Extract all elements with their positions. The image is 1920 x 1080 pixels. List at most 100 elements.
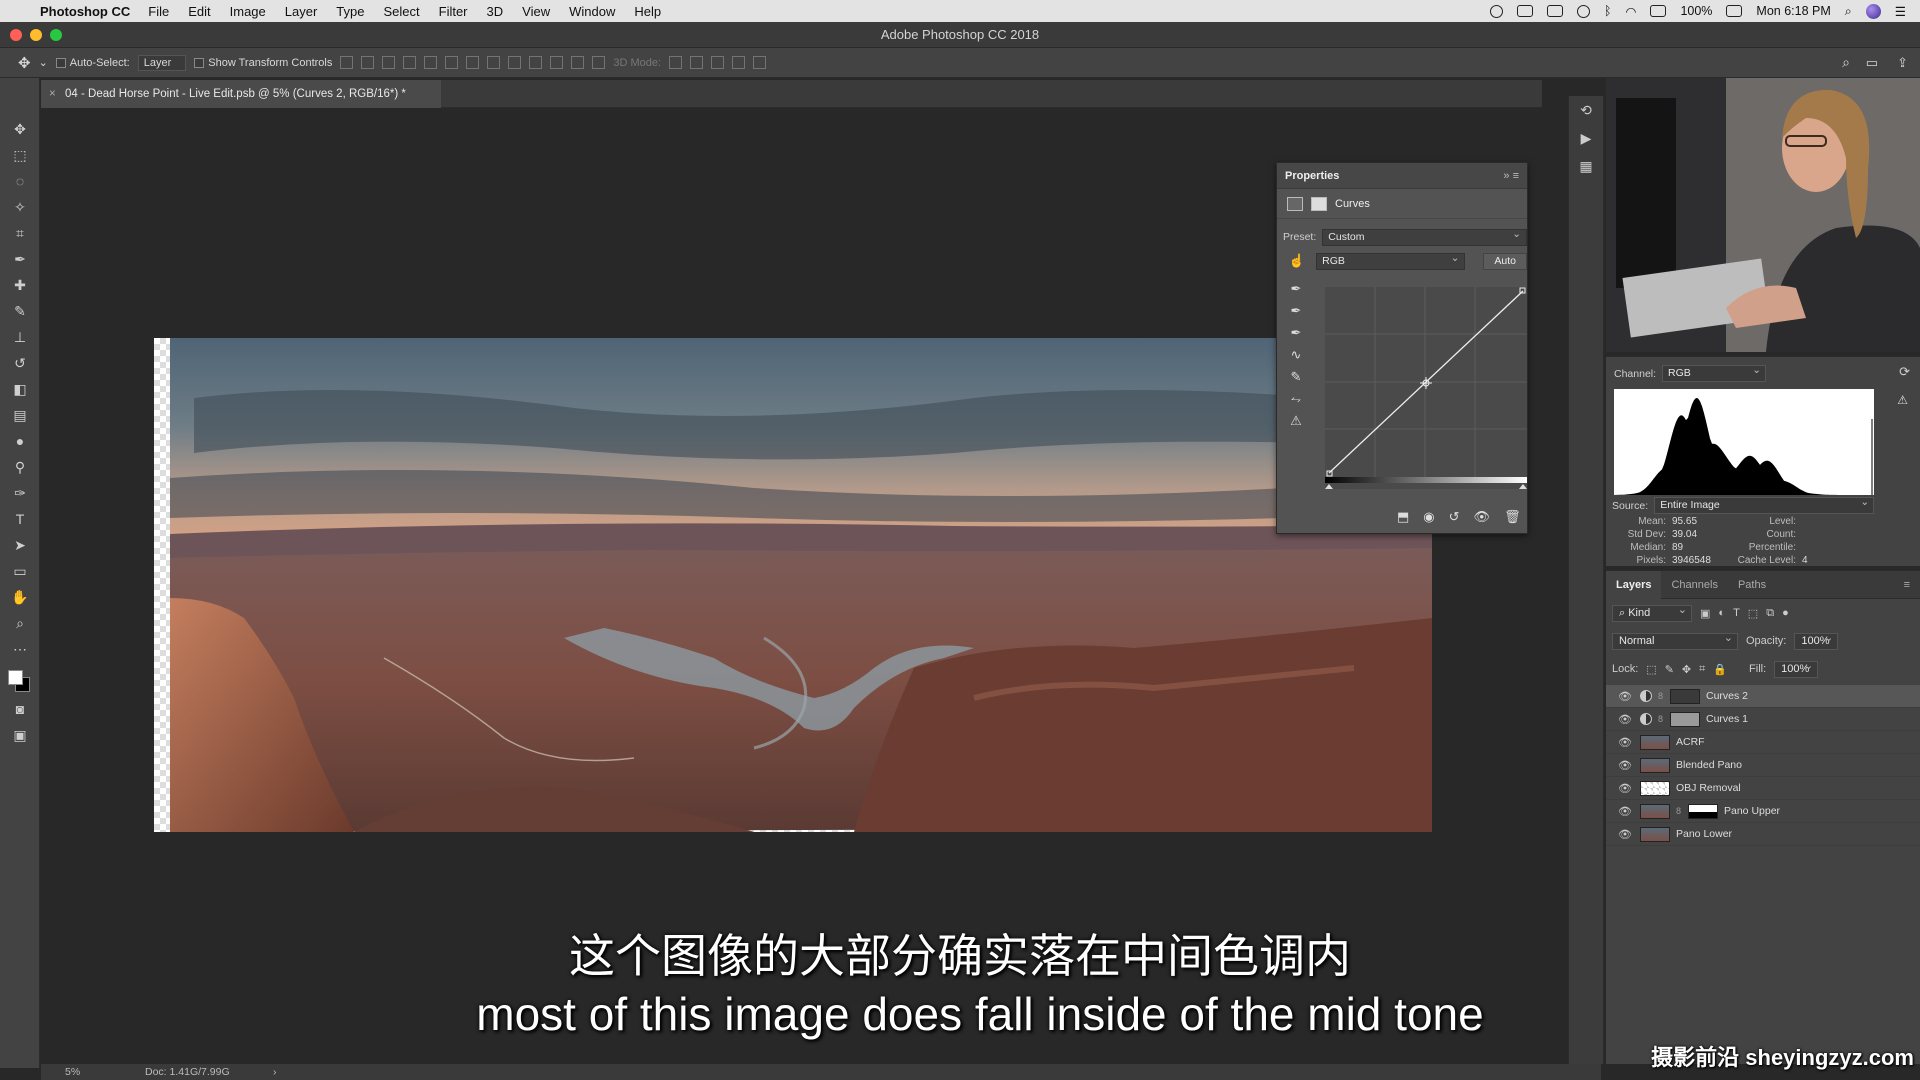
delete-icon[interactable]: 🗑 [1504,509,1521,525]
3d-orbit-icon[interactable] [669,56,683,69]
creative-cloud-icon[interactable] [1577,4,1590,18]
auto-select-checkbox[interactable]: Auto-Select: [55,57,130,69]
menu-file[interactable]: File [148,4,169,19]
history-panel-icon[interactable]: ⟲ [1569,96,1603,124]
menu-type[interactable]: Type [336,4,364,19]
draw-curve-icon[interactable]: ✎ [1283,369,1309,391]
bluetooth-icon[interactable]: ᛒ [1604,4,1612,18]
history-brush-icon[interactable]: ↺ [0,350,40,376]
search-icon[interactable]: ⌕ [1842,54,1850,71]
curves-graph[interactable] [1325,287,1527,489]
actions-panel-icon[interactable]: ▶ [1569,124,1603,152]
cache-warning-icon[interactable]: ⚠ [1897,393,1908,407]
lock-position-icon[interactable]: ✥ [1682,663,1691,676]
visibility-icon[interactable]: 👁 [1474,509,1491,525]
brush-icon[interactable]: ✎ [0,298,40,324]
smooth-curve-icon[interactable]: ⥊ [1283,391,1309,413]
black-point-eyedropper-icon[interactable]: ✒ [1283,281,1309,303]
3d-scale-icon[interactable] [753,56,767,69]
filter-pixel-icon[interactable]: ▣ [1700,607,1710,620]
visibility-eye-icon[interactable]: 👁 [1618,736,1634,749]
fill-field[interactable]: 100% [1774,659,1819,678]
zoom-level[interactable]: 5% [65,1064,80,1080]
visibility-eye-icon[interactable]: 👁 [1618,828,1634,841]
visibility-eye-icon[interactable]: 👁 [1618,805,1634,818]
notification-center-icon[interactable]: ☰ [1895,4,1906,19]
layer-row[interactable]: 👁 OBJ Removal [1606,777,1920,800]
filter-kind-dropdown[interactable]: ⌕ Kind [1612,603,1692,622]
auto-select-target-dropdown[interactable]: Layer [137,54,187,71]
layer-mask-thumbnail[interactable] [1670,688,1700,704]
edit-points-icon[interactable]: ∿ [1283,347,1309,369]
align-left-icon[interactable] [403,56,417,69]
mask-icon[interactable] [1311,196,1327,211]
gray-point-eyedropper-icon[interactable]: ✒ [1283,303,1309,325]
eraser-icon[interactable]: ◧ [0,376,40,402]
spotlight-icon[interactable]: ⌕ [1845,4,1852,19]
clock[interactable]: Mon 6:18 PM [1756,4,1830,18]
clipping-warning-icon[interactable]: ⚠ [1283,413,1309,435]
wifi-icon[interactable]: ◠ [1626,4,1637,19]
color-swatches[interactable] [0,666,40,696]
align-bottom-icon[interactable] [382,56,396,69]
align-top-icon[interactable] [340,56,354,69]
distribute-top-icon[interactable] [466,56,480,69]
menu-image[interactable]: Image [230,4,266,19]
layer-row[interactable]: 👁 8 Pano Upper [1606,800,1920,823]
histogram-channel-dropdown[interactable]: RGB [1662,363,1767,382]
menu-view[interactable]: View [522,4,550,19]
tab-layers[interactable]: Layers [1606,570,1662,599]
gradient-icon[interactable]: ▤ [0,402,40,428]
menu-filter[interactable]: Filter [439,4,468,19]
refresh-histogram-icon[interactable]: ⟳ [1899,364,1910,380]
display-icon[interactable] [1517,5,1533,17]
show-transform-checkbox[interactable]: Show Transform Controls [194,57,332,69]
layer-row[interactable]: 👁 Pano Lower [1606,823,1920,846]
healing-icon[interactable]: ✚ [0,272,40,298]
quick-mask-icon[interactable]: ◙ [0,696,40,722]
path-select-icon[interactable]: ➤ [0,532,40,558]
more-icon[interactable]: ⋯ [0,636,40,662]
eyedropper-icon[interactable]: ✒ [0,246,40,272]
lock-all-icon[interactable]: 🔒 [1713,663,1727,676]
crop-icon[interactable]: ⌗ [0,220,40,246]
filter-toggle-icon[interactable]: ● [1782,607,1789,619]
white-point-eyedropper-icon[interactable]: ✒ [1283,325,1309,347]
move-icon[interactable]: ✥ [0,116,40,142]
distribute-right-icon[interactable] [571,56,585,69]
siri-icon[interactable] [1865,3,1881,19]
blend-mode-dropdown[interactable]: Normal [1612,631,1738,650]
align-right-icon[interactable] [445,56,459,69]
link-icon[interactable]: 8 [1658,714,1664,724]
marquee-icon[interactable]: ⬚ [0,142,40,168]
layers-menu-icon[interactable]: ≡ [1894,571,1920,599]
layer-row[interactable]: 👁 8 Curves 1 [1606,708,1920,731]
tab-channels[interactable]: Channels [1661,571,1727,599]
zoom-window-button[interactable] [50,29,62,41]
link-icon[interactable]: 8 [1658,691,1664,701]
reset-icon[interactable]: ↺ [1449,509,1460,525]
view-previous-icon[interactable]: ◉ [1423,509,1434,525]
auto-button[interactable]: Auto [1483,252,1527,270]
3d-slide-icon[interactable] [732,56,746,69]
close-tab-icon[interactable]: × [49,80,56,108]
menu-select[interactable]: Select [383,4,419,19]
lock-transparent-icon[interactable]: ⬚ [1646,663,1656,676]
menu-layer[interactable]: Layer [285,4,318,19]
auto-align-icon[interactable] [592,56,606,69]
status-menu-arrow-icon[interactable]: › [273,1064,277,1080]
channel-dropdown[interactable]: RGB [1316,251,1466,270]
clip-to-layer-icon[interactable]: ⬒ [1397,509,1409,525]
distribute-bottom-icon[interactable] [508,56,522,69]
libraries-panel-icon[interactable]: ▦ [1569,152,1603,180]
preset-dropdown[interactable]: Custom [1322,227,1527,246]
doc-size[interactable]: Doc: 1.41G/7.99G [145,1064,230,1080]
visibility-eye-icon[interactable]: 👁 [1618,690,1634,703]
rectangle-icon[interactable]: ▭ [0,558,40,584]
on-image-adjust-icon[interactable]: ☝ [1283,253,1310,269]
layer-row[interactable]: 👁 Blended Pano [1606,754,1920,777]
minimize-window-button[interactable] [30,29,42,41]
dropbox-icon[interactable] [1547,5,1563,17]
pen-icon[interactable]: ✑ [0,480,40,506]
menu-window[interactable]: Window [569,4,615,19]
